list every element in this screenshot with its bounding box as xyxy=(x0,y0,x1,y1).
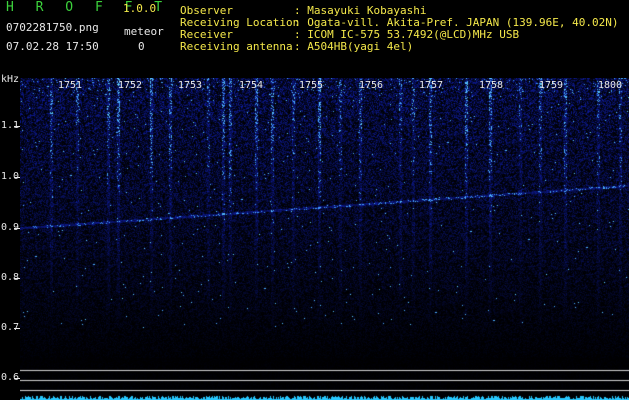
y-tick-mark xyxy=(14,177,20,178)
x-tick-label: 1751 xyxy=(58,80,83,91)
y-tick-mark xyxy=(14,278,20,279)
meteor-count: 0 xyxy=(138,40,145,53)
antenna-label: Receiving antenna xyxy=(180,40,293,53)
y-tick-mark xyxy=(14,328,20,329)
x-tick-label: 1757 xyxy=(419,80,444,91)
x-tick-label: 1759 xyxy=(539,80,564,91)
y-tick-mark xyxy=(14,228,20,229)
x-tick-label: 1754 xyxy=(239,80,264,91)
x-tick-label: 1756 xyxy=(359,80,384,91)
timestamp: 07.02.28 17:50 xyxy=(6,40,99,53)
y-tick-mark xyxy=(14,126,20,127)
spectrogram xyxy=(20,78,629,400)
header-panel: H R O F F T 1.0.0 0702281750.png meteor … xyxy=(0,0,629,78)
x-tick-label: 1753 xyxy=(178,80,203,91)
file-name: 0702281750.png xyxy=(6,21,99,34)
x-tick-label: 1800 xyxy=(598,80,623,91)
y-axis-unit: kHz xyxy=(1,74,20,85)
y-tick-mark xyxy=(14,378,20,379)
y-axis: kHz 1.1 1.0 0.9 0.8 0.7 0.6 xyxy=(0,74,20,400)
x-tick-label: 1755 xyxy=(299,80,324,91)
antenna-value: : A504HB(yagi 4el) xyxy=(294,40,414,53)
x-tick-label: 1752 xyxy=(118,80,143,91)
app-version: 1.0.0 xyxy=(123,2,157,15)
x-tick-label: 1758 xyxy=(479,80,504,91)
meteor-label: meteor xyxy=(124,25,164,38)
